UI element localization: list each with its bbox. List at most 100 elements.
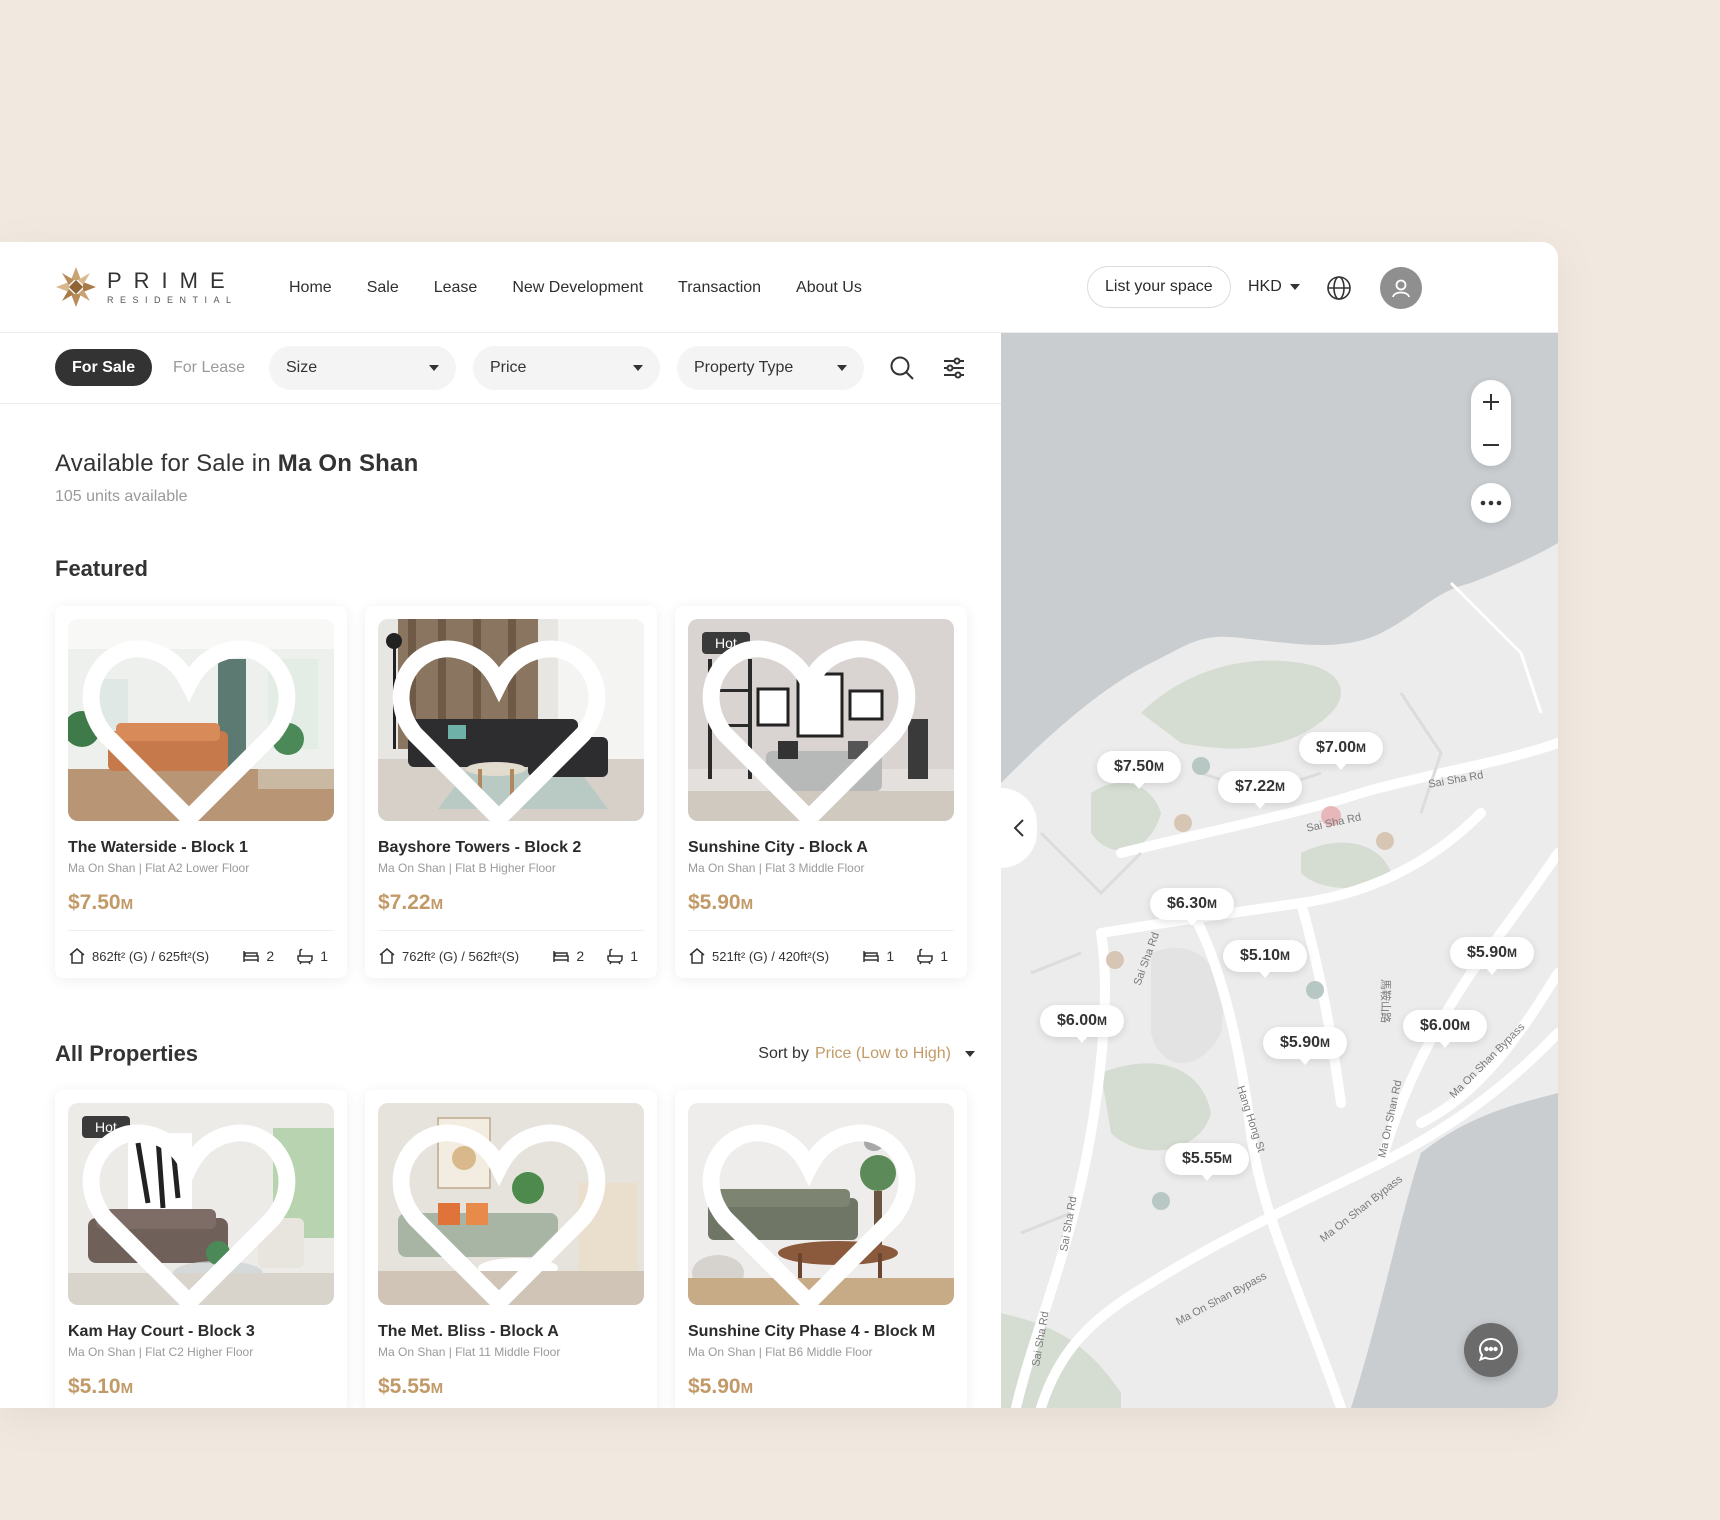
brand-logo[interactable]: PRIME RESIDENTIAL [55, 266, 238, 308]
property-photo[interactable] [378, 1103, 644, 1305]
chevron-down-icon [429, 365, 439, 371]
zoom-in-icon[interactable] [1479, 390, 1503, 414]
more-dots-icon [1480, 500, 1502, 506]
bed-icon [243, 951, 260, 962]
property-size: 762ft² (G) / 562ft²(S) [378, 947, 552, 965]
map-price-pin[interactable]: $5.55M [1165, 1143, 1250, 1181]
bathtub-icon [297, 948, 313, 965]
sort-value: Price (Low to High) [814, 1045, 951, 1062]
bathroom-count: 1 [606, 947, 638, 965]
featured-cards: The Waterside - Block 1 Ma On Shan | Fla… [55, 606, 967, 978]
sliders-icon[interactable] [941, 355, 967, 381]
brand-name: PRIME [107, 267, 237, 293]
sort-label: Sort by [758, 1045, 809, 1062]
search-icon[interactable] [889, 355, 915, 381]
bathroom-count: 1 [296, 947, 328, 965]
property-size: 521ft² (G) / 420ft²(S) [688, 947, 862, 965]
chevron-down-icon [837, 365, 847, 371]
property-specs: 521ft² (G) / 420ft²(S) 1 1 [688, 930, 954, 965]
bathtub-icon [607, 948, 623, 965]
bed-icon [863, 951, 880, 962]
favorite-heart-icon[interactable] [688, 633, 942, 821]
nav-transaction[interactable]: Transaction [678, 279, 761, 297]
bedroom-count: 2 [552, 947, 584, 965]
nav-home[interactable]: Home [289, 279, 332, 297]
favorite-heart-icon[interactable] [688, 1117, 942, 1305]
property-photo[interactable]: Hot [688, 619, 954, 821]
price-dropdown[interactable]: Price [473, 346, 660, 390]
map-price-pin[interactable]: $7.00M [1299, 732, 1384, 770]
chevron-left-icon [1013, 819, 1024, 837]
map-panel[interactable]: Sai Sha Rd Sai Sha Rd Sai Sha Rd Hang Ho… [1001, 333, 1558, 1408]
nav-lease[interactable]: Lease [434, 279, 478, 297]
chevron-down-icon [965, 1051, 975, 1057]
nav-new-development[interactable]: New Development [512, 279, 643, 297]
map-more-button[interactable] [1471, 483, 1511, 523]
all-properties-heading: All Properties [55, 1041, 199, 1066]
favorite-heart-icon[interactable] [378, 633, 632, 821]
property-photo[interactable] [688, 1103, 954, 1305]
property-price: $7.50M [68, 891, 134, 914]
chat-bubble-icon [1478, 1337, 1504, 1362]
chat-button[interactable] [1464, 1323, 1518, 1377]
top-header: PRIME RESIDENTIAL Home Sale Lease New De… [0, 242, 1558, 333]
sort-dropdown[interactable]: Sort by Price (Low to High) [758, 1045, 975, 1063]
property-name[interactable]: Sunshine City Phase 4 - Block M [688, 1323, 954, 1341]
property-card[interactable]: The Met. Bliss - Block A Ma On Shan | Fl… [365, 1090, 657, 1408]
zoom-out-icon[interactable] [1479, 433, 1503, 457]
list-your-space-button[interactable]: List your space [1087, 266, 1231, 308]
property-name[interactable]: Kam Hay Court - Block 3 [68, 1323, 334, 1341]
for-sale-toggle[interactable]: For Sale [55, 349, 153, 386]
map-price-pin[interactable]: $7.50M [1097, 751, 1182, 789]
map-price-pin[interactable]: $6.00M [1403, 1010, 1488, 1048]
map-price-pin[interactable]: $6.30M [1150, 888, 1235, 926]
nav-sale[interactable]: Sale [367, 279, 399, 297]
property-card[interactable]: Sunshine City Phase 4 - Block M Ma On Sh… [675, 1090, 967, 1408]
for-lease-toggle[interactable]: For Lease [173, 349, 245, 386]
map-price-pin[interactable]: $5.90M [1263, 1027, 1348, 1065]
favorite-heart-icon[interactable] [68, 1117, 322, 1305]
property-type-dropdown[interactable]: Property Type [677, 346, 864, 390]
logo-mark-icon [56, 267, 96, 307]
home-icon [689, 948, 705, 964]
property-card[interactable]: Hot Sunshine City - Block A Ma On Shan |… [675, 606, 967, 978]
property-photo[interactable] [68, 619, 334, 821]
currency-label: HKD [1248, 278, 1282, 295]
globe-icon[interactable] [1326, 275, 1352, 301]
property-photo[interactable]: Hot [68, 1103, 334, 1305]
user-avatar[interactable] [1380, 267, 1422, 309]
map-price-pin[interactable]: $7.22M [1218, 771, 1303, 809]
property-photo[interactable] [378, 619, 644, 821]
bathroom-count: 1 [916, 947, 948, 965]
property-name[interactable]: The Met. Bliss - Block A [378, 1323, 644, 1341]
property-name[interactable]: Bayshore Towers - Block 2 [378, 839, 644, 857]
map-price-pin[interactable]: $5.10M [1223, 940, 1308, 978]
nav-about-us[interactable]: About Us [796, 279, 862, 297]
property-card[interactable]: Hot Kam Hay Court - Block 3 Ma On Shan |… [55, 1090, 347, 1408]
title-prefix: Available for Sale in [55, 450, 278, 477]
app-window: PRIME RESIDENTIAL Home Sale Lease New De… [0, 242, 1558, 1408]
property-card[interactable]: The Waterside - Block 1 Ma On Shan | Fla… [55, 606, 347, 978]
price-dropdown-label: Price [490, 359, 527, 376]
property-address: Ma On Shan | Flat A2 Lower Floor [68, 861, 250, 875]
home-icon [379, 948, 395, 964]
map-price-pin[interactable]: $6.00M [1040, 1005, 1125, 1043]
property-address: Ma On Shan | Flat 3 Middle Floor [688, 861, 865, 875]
currency-selector[interactable]: HKD [1248, 278, 1300, 296]
bedroom-count: 2 [242, 947, 274, 965]
property-name[interactable]: Sunshine City - Block A [688, 839, 954, 857]
main-nav: Home Sale Lease New Development Transact… [289, 242, 862, 333]
property-specs: 762ft² (G) / 562ft²(S) 2 1 [378, 930, 644, 965]
zoom-controls [1471, 380, 1511, 466]
property-size: 862ft² (G) / 625ft²(S) [68, 947, 242, 965]
property-name[interactable]: The Waterside - Block 1 [68, 839, 334, 857]
property-card[interactable]: Bayshore Towers - Block 2 Ma On Shan | F… [365, 606, 657, 978]
property-address: Ma On Shan | Flat B6 Middle Floor [688, 1345, 873, 1359]
title-location: Ma On Shan [277, 450, 419, 477]
favorite-heart-icon[interactable] [68, 633, 322, 821]
favorite-heart-icon[interactable] [378, 1117, 632, 1305]
bedroom-count: 1 [862, 947, 894, 965]
size-dropdown-label: Size [286, 359, 318, 376]
size-dropdown[interactable]: Size [269, 346, 456, 390]
map-price-pin[interactable]: $5.90M [1450, 937, 1535, 975]
